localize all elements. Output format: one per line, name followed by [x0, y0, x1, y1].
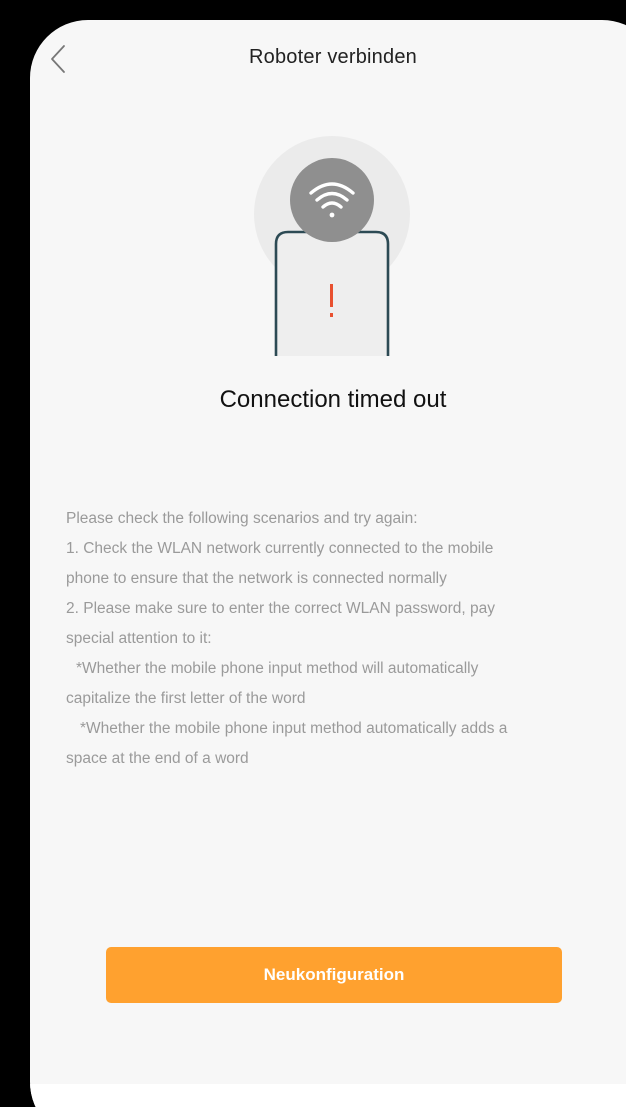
page-title: Roboter verbinden	[249, 46, 417, 68]
app-screen: Roboter verbinden Connection timed out P…	[30, 20, 626, 1107]
connection-illustration	[240, 136, 420, 356]
wifi-circle	[290, 158, 374, 242]
bottom-area	[30, 1084, 626, 1107]
instruction-line: space at the end of a word	[66, 750, 249, 767]
instruction-line: *Whether the mobile phone input method a…	[80, 720, 508, 737]
instruction-line: capitalize the first letter of the word	[66, 690, 306, 707]
navigation-bar: Roboter verbinden	[30, 20, 626, 96]
device-frame: Roboter verbinden Connection timed out P…	[0, 0, 626, 1107]
instruction-line: Please check the following scenarios and…	[66, 510, 418, 527]
instruction-line: special attention to it:	[66, 630, 212, 647]
instruction-line: phone to ensure that the network is conn…	[66, 570, 447, 587]
instruction-line: 1. Check the WLAN network currently conn…	[66, 540, 494, 557]
reconfigure-button[interactable]: Neukonfiguration	[106, 947, 562, 1003]
instruction-line: *Whether the mobile phone input method w…	[76, 660, 479, 677]
troubleshooting-instructions: Please check the following scenarios and…	[66, 504, 596, 774]
instruction-line: 2. Please make sure to enter the correct…	[66, 600, 496, 617]
status-heading: Connection timed out	[219, 386, 447, 413]
